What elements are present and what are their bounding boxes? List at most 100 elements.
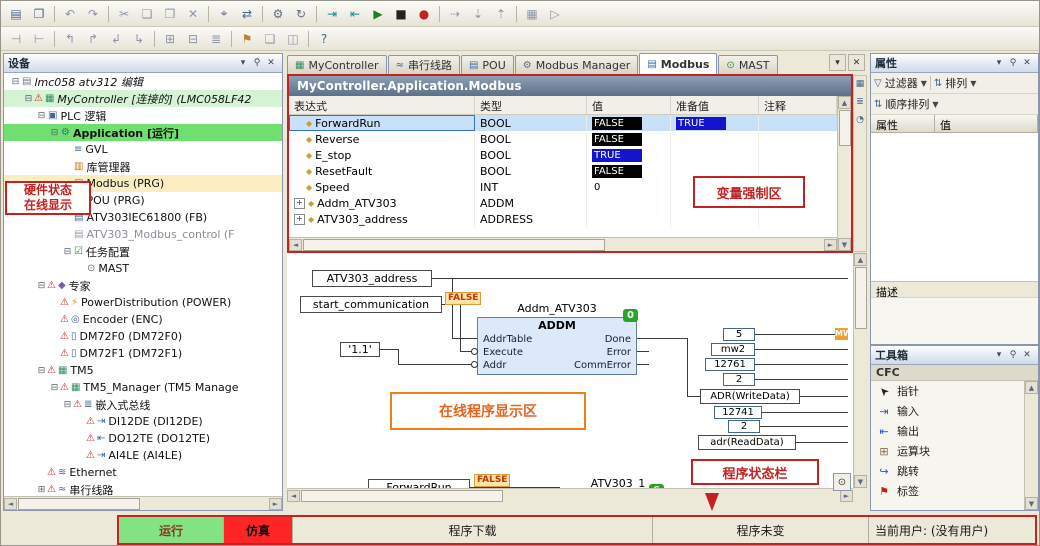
scrollbar-thumb[interactable] bbox=[303, 239, 605, 251]
toolbox-item-0[interactable]: ➤指针 bbox=[871, 381, 1024, 401]
replace-icon[interactable]: ⇄ bbox=[236, 3, 258, 24]
bookmark-icon[interactable]: ⚑ bbox=[236, 28, 258, 49]
toolbox-item-3[interactable]: ⊞运算块 bbox=[871, 441, 1024, 461]
build-icon[interactable]: ⚙ bbox=[267, 3, 289, 24]
stop-icon[interactable]: ■ bbox=[390, 3, 412, 24]
column-header-4[interactable]: 注释 bbox=[759, 96, 837, 114]
redo-icon[interactable]: ↷ bbox=[82, 3, 104, 24]
tree-item-ai4le-ai4le[interactable]: ⚠⇥AI4LE (AI4LE) bbox=[4, 447, 282, 464]
pin-icon[interactable]: ⚲ bbox=[250, 58, 264, 68]
value-box-mw2[interactable]: mw2 bbox=[711, 343, 755, 356]
tree-item-node-12[interactable]: ⊟⚠◆专家 bbox=[4, 277, 282, 294]
side-tool-icon-3[interactable]: ◔ bbox=[856, 115, 864, 125]
pin-icon[interactable]: ⚲ bbox=[1006, 350, 1020, 360]
chevron-down-icon[interactable]: ▾ bbox=[992, 350, 1006, 360]
tree-item-dm72f1-dm72f1[interactable]: ⚠▯DM72F1 (DM72F1) bbox=[4, 345, 282, 362]
pin-icon[interactable]: ⚲ bbox=[1006, 58, 1020, 68]
watch-row-atv303-address[interactable]: +◆ATV303_addressADDRESS bbox=[289, 211, 837, 227]
scroll-left-icon[interactable]: ◄ bbox=[4, 498, 17, 510]
value-chip[interactable]: FALSE bbox=[592, 165, 642, 178]
chevron-down-icon[interactable]: ▼ bbox=[970, 79, 976, 88]
scrollbar-thumb[interactable] bbox=[855, 267, 867, 329]
tab-mast[interactable]: ⊙MAST bbox=[718, 55, 777, 74]
delete-icon[interactable]: ✕ bbox=[182, 3, 204, 24]
tree-item-atv303-modbus-control-f[interactable]: ▤ATV303_Modbus_control (F bbox=[4, 226, 282, 243]
watch-horizontal-scrollbar[interactable]: ◄ ► bbox=[289, 237, 837, 251]
expand-icon[interactable]: + bbox=[294, 214, 305, 225]
block-atv303-address[interactable]: ATV303_address bbox=[312, 270, 432, 287]
value-box-12761[interactable]: 12761 bbox=[705, 358, 755, 371]
collapse-icon[interactable]: ⊟ bbox=[23, 94, 34, 104]
collapse-icon[interactable]: ⊟ bbox=[36, 366, 47, 376]
program-vertical-scrollbar[interactable]: ▲ ▼ bbox=[853, 253, 868, 488]
watch-window-icon[interactable]: ▦ bbox=[521, 3, 543, 24]
tab-tab-1[interactable]: ≈串行线路 bbox=[388, 55, 460, 74]
help-icon[interactable]: ? bbox=[313, 28, 335, 49]
step-over-icon[interactable]: ⇢ bbox=[444, 3, 466, 24]
tab-pou[interactable]: ▤POU bbox=[461, 55, 514, 74]
value-box-2[interactable]: 2 bbox=[723, 373, 755, 386]
collapse-icon[interactable]: ⊟ bbox=[62, 247, 73, 257]
scroll-down-icon[interactable]: ▼ bbox=[854, 475, 867, 488]
constant-1-1[interactable]: '1.1' bbox=[340, 342, 380, 357]
collapse-icon[interactable]: ⊟ bbox=[49, 383, 60, 393]
collapse-all-icon[interactable]: ⊟ bbox=[182, 28, 204, 49]
close-icon[interactable]: ✕ bbox=[264, 58, 278, 68]
value-chip[interactable]: FALSE bbox=[592, 133, 642, 146]
return-down-icon[interactable]: ↲ bbox=[105, 28, 127, 49]
toolbox-vertical-scrollbar[interactable]: ▲ ▼ bbox=[1024, 381, 1038, 510]
jump-forward-icon[interactable]: ↱ bbox=[82, 28, 104, 49]
value-chip[interactable]: FALSE bbox=[592, 117, 642, 130]
tree-item-plc[interactable]: ⊟▣PLC 逻辑 bbox=[4, 107, 282, 124]
tree-item-encoder-enc[interactable]: ⚠◎Encoder (ENC) bbox=[4, 311, 282, 328]
chevron-down-icon[interactable]: ▼ bbox=[932, 100, 938, 109]
collapse-icon[interactable]: ⊟ bbox=[10, 77, 21, 87]
column-header-0[interactable]: 表达式 bbox=[289, 96, 475, 114]
block-adr-writedata[interactable]: ADR(WriteData) bbox=[700, 389, 800, 404]
scrollbar-thumb[interactable] bbox=[301, 490, 503, 502]
close-icon[interactable]: ✕ bbox=[1020, 350, 1034, 360]
window-cascade-icon[interactable]: ❏ bbox=[259, 28, 281, 49]
side-tool-icon-2[interactable]: ≣ bbox=[856, 97, 864, 107]
value-box-5[interactable]: 5 bbox=[723, 328, 755, 341]
find-icon[interactable]: ⌖ bbox=[213, 3, 235, 24]
list-view-icon[interactable]: ≣ bbox=[205, 28, 227, 49]
toolbox-item-4[interactable]: ↪跳转 bbox=[871, 461, 1024, 481]
watch-row-e-stop[interactable]: ◆E_stopBOOLTRUE bbox=[289, 147, 837, 163]
new-file-icon[interactable]: ▤ bbox=[5, 3, 27, 24]
column-property[interactable]: 属性 bbox=[871, 115, 935, 133]
tree-item-powerdistribution-power[interactable]: ⚠⚡PowerDistribution (POWER) bbox=[4, 294, 282, 311]
value-chip[interactable]: 0 bbox=[592, 181, 602, 194]
tab-mycontroller[interactable]: ▦MyController bbox=[287, 55, 387, 74]
value-chip[interactable]: TRUE bbox=[592, 149, 642, 162]
tree-item-di12de-di12de[interactable]: ⚠⇥DI12DE (DI12DE) bbox=[4, 413, 282, 430]
indent-icon[interactable]: ⊢ bbox=[28, 28, 50, 49]
scroll-up-icon[interactable]: ▲ bbox=[1025, 381, 1038, 394]
scrollbar-thumb[interactable] bbox=[839, 110, 851, 146]
start-icon[interactable]: ▶ bbox=[367, 3, 389, 24]
expand-all-icon[interactable]: ⊞ bbox=[159, 28, 181, 49]
watch-vertical-scrollbar[interactable]: ▲ ▼ bbox=[837, 96, 851, 251]
scroll-right-icon[interactable]: ► bbox=[269, 498, 282, 510]
scroll-down-icon[interactable]: ▼ bbox=[838, 238, 851, 251]
addm-function-block[interactable]: ADDM AddrTable Done Execute Error Addr C… bbox=[477, 317, 637, 375]
toolbox-item-2[interactable]: ⇤输出 bbox=[871, 421, 1024, 441]
chevron-down-icon[interactable]: ▼ bbox=[921, 79, 927, 88]
toolbox-item-1[interactable]: ⇥输入 bbox=[871, 401, 1024, 421]
step-into-icon[interactable]: ⇣ bbox=[467, 3, 489, 24]
expand-icon[interactable]: + bbox=[294, 198, 305, 209]
block-forwardrun[interactable]: ForwardRun bbox=[368, 479, 470, 488]
column-header-1[interactable]: 类型 bbox=[475, 96, 587, 114]
return-up-icon[interactable]: ↳ bbox=[128, 28, 150, 49]
comment-cell[interactable] bbox=[759, 211, 837, 227]
block-start-communication[interactable]: start_communication bbox=[300, 296, 442, 313]
jump-back-icon[interactable]: ↰ bbox=[59, 28, 81, 49]
tree-item-gvl[interactable]: ≡GVL bbox=[4, 141, 282, 158]
scroll-right-icon[interactable]: ► bbox=[824, 239, 837, 251]
copy-icon[interactable]: ❏ bbox=[136, 3, 158, 24]
devices-horizontal-scrollbar[interactable]: ◄ ► bbox=[4, 496, 282, 510]
collapse-icon[interactable]: ⊟ bbox=[36, 281, 47, 291]
zoom-icon[interactable]: ⊙ bbox=[833, 473, 851, 491]
toolbox-category-cfc[interactable]: CFC bbox=[871, 365, 1038, 381]
collapse-icon[interactable]: ⊟ bbox=[36, 111, 47, 121]
